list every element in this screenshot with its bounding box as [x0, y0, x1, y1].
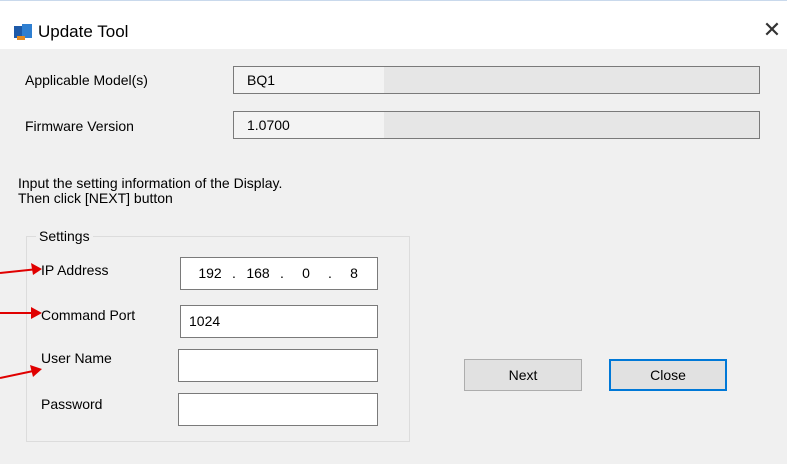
close-button[interactable]: Close — [609, 359, 727, 391]
ip-octet-1[interactable]: 192 — [193, 258, 227, 289]
applicable-models-value: BQ1 — [247, 72, 276, 88]
next-button[interactable]: Next — [464, 359, 582, 391]
ip-separator: . — [280, 265, 284, 281]
applicable-models-label: Applicable Model(s) — [25, 72, 148, 88]
instruction-line-2: Then click [NEXT] button — [18, 190, 173, 206]
ip-separator: . — [328, 265, 332, 281]
ip-separator: . — [232, 265, 236, 281]
close-icon[interactable]: ✕ — [760, 18, 784, 42]
update-tool-window: Update Tool ✕ Applicable Model(s) BQ1 Fi… — [0, 0, 787, 464]
firmware-version-label: Firmware Version — [25, 118, 134, 134]
ip-octet-2[interactable]: 168 — [241, 258, 275, 289]
red-arrow-icon — [0, 263, 42, 275]
instructions: Input the setting information of the Dis… — [18, 176, 282, 206]
ip-address-label: IP Address — [41, 262, 109, 278]
red-arrow-icon — [0, 307, 42, 319]
instruction-line-1: Input the setting information of the Dis… — [18, 175, 283, 191]
ip-octet-4[interactable]: 8 — [337, 258, 371, 289]
user-name-label: User Name — [41, 350, 112, 366]
firmware-version-field: 1.0700 — [233, 111, 760, 139]
app-icon — [14, 24, 32, 40]
red-arrow-icon — [0, 365, 42, 379]
command-port-label: Command Port — [41, 307, 136, 323]
ip-octet-3[interactable]: 0 — [289, 258, 323, 289]
password-label: Password — [41, 396, 103, 412]
settings-group-label: Settings — [36, 228, 93, 244]
firmware-version-value: 1.0700 — [247, 117, 290, 133]
title-bar[interactable]: Update Tool ✕ — [0, 0, 787, 49]
window-title: Update Tool — [38, 22, 129, 41]
applicable-models-field: BQ1 — [233, 66, 760, 94]
password-input[interactable] — [178, 393, 378, 426]
ip-address-input[interactable]: 192. 168. 0. 8 — [180, 257, 378, 290]
user-name-input[interactable] — [178, 349, 378, 382]
command-port-input[interactable]: 1024 — [180, 305, 378, 338]
